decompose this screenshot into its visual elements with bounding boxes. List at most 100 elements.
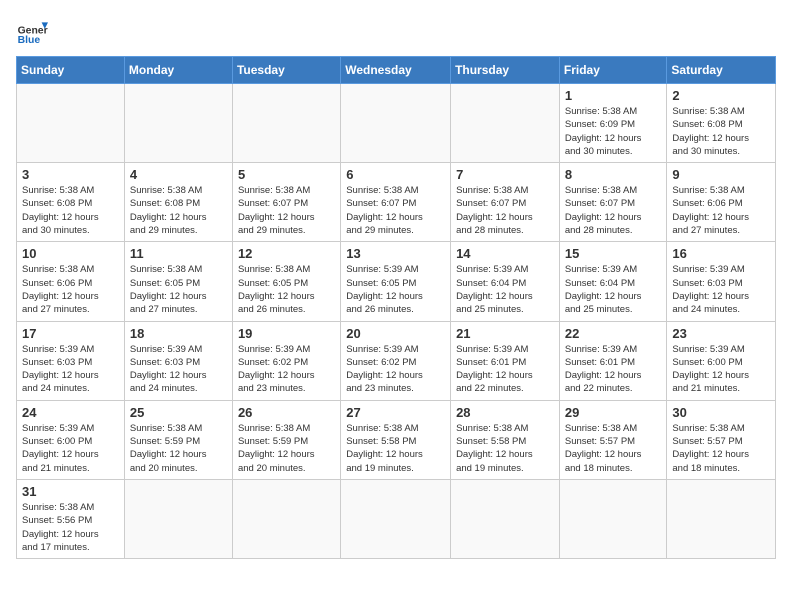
day-info: Sunrise: 5:39 AM Sunset: 6:00 PM Dayligh… — [672, 343, 770, 396]
calendar-day-cell: 14 Sunrise: 5:39 AM Sunset: 6:04 PM Dayli… — [451, 242, 560, 321]
day-number: 9 — [672, 167, 770, 182]
calendar-day-cell: 7Sunrise: 5:38 AM Sunset: 6:07 PM Daylig… — [451, 163, 560, 242]
day-info: Sunrise: 5:38 AM Sunset: 5:57 PM Dayligh… — [672, 422, 770, 475]
calendar-day-cell: 9 Sunrise: 5:38 AM Sunset: 6:06 PM Daylig… — [667, 163, 776, 242]
calendar-week-row: 31 Sunrise: 5:38 AM Sunset: 5:56 PM Dayli… — [17, 479, 776, 558]
calendar-day-cell — [341, 84, 451, 163]
calendar-day-cell: 1 Sunrise: 5:38 AM Sunset: 6:09 PM Daylig… — [559, 84, 667, 163]
day-info: Sunrise: 5:38 AM Sunset: 6:05 PM Dayligh… — [130, 263, 227, 316]
day-number: 16 — [672, 246, 770, 261]
calendar-day-cell: 19 Sunrise: 5:39 AM Sunset: 6:02 PM Dayli… — [232, 321, 340, 400]
day-number: 25 — [130, 405, 227, 420]
day-number: 14 — [456, 246, 554, 261]
day-info: Sunrise: 5:39 AM Sunset: 6:03 PM Dayligh… — [22, 343, 119, 396]
calendar-day-cell: 3 Sunrise: 5:38 AM Sunset: 6:08 PM Daylig… — [17, 163, 125, 242]
day-info: Sunrise: 5:39 AM Sunset: 6:04 PM Dayligh… — [565, 263, 662, 316]
calendar-day-cell: 8 Sunrise: 5:38 AM Sunset: 6:07 PM Daylig… — [559, 163, 667, 242]
calendar-day-cell: 31 Sunrise: 5:38 AM Sunset: 5:56 PM Dayli… — [17, 479, 125, 558]
calendar-day-cell: 16 Sunrise: 5:39 AM Sunset: 6:03 PM Dayli… — [667, 242, 776, 321]
calendar-day-cell: 30 Sunrise: 5:38 AM Sunset: 5:57 PM Dayli… — [667, 400, 776, 479]
day-number: 4 — [130, 167, 227, 182]
calendar-day-cell: 22 Sunrise: 5:39 AM Sunset: 6:01 PM Dayli… — [559, 321, 667, 400]
calendar-day-cell: 12Sunrise: 5:38 AM Sunset: 6:05 PM Dayli… — [232, 242, 340, 321]
day-number: 18 — [130, 326, 227, 341]
day-number: 15 — [565, 246, 662, 261]
day-of-week-header: Tuesday — [232, 57, 340, 84]
day-number: 13 — [346, 246, 445, 261]
day-info: Sunrise: 5:39 AM Sunset: 6:00 PM Dayligh… — [22, 422, 119, 475]
day-info: Sunrise: 5:39 AM Sunset: 6:01 PM Dayligh… — [456, 343, 554, 396]
day-info: Sunrise: 5:38 AM Sunset: 6:08 PM Dayligh… — [130, 184, 227, 237]
calendar-day-cell: 21Sunrise: 5:39 AM Sunset: 6:01 PM Dayli… — [451, 321, 560, 400]
calendar-day-cell: 13 Sunrise: 5:39 AM Sunset: 6:05 PM Dayli… — [341, 242, 451, 321]
day-number: 28 — [456, 405, 554, 420]
calendar-day-cell — [341, 479, 451, 558]
day-info: Sunrise: 5:38 AM Sunset: 5:56 PM Dayligh… — [22, 501, 119, 554]
day-number: 5 — [238, 167, 335, 182]
calendar-day-cell: 4 Sunrise: 5:38 AM Sunset: 6:08 PM Daylig… — [124, 163, 232, 242]
day-number: 12 — [238, 246, 335, 261]
calendar-week-row: 1 Sunrise: 5:38 AM Sunset: 6:09 PM Daylig… — [17, 84, 776, 163]
day-number: 6 — [346, 167, 445, 182]
day-info: Sunrise: 5:38 AM Sunset: 6:07 PM Dayligh… — [238, 184, 335, 237]
day-info: Sunrise: 5:38 AM Sunset: 6:08 PM Dayligh… — [22, 184, 119, 237]
day-info: Sunrise: 5:38 AM Sunset: 5:57 PM Dayligh… — [565, 422, 662, 475]
calendar-week-row: 24 Sunrise: 5:39 AM Sunset: 6:00 PM Dayli… — [17, 400, 776, 479]
day-info: Sunrise: 5:39 AM Sunset: 6:03 PM Dayligh… — [130, 343, 227, 396]
logo: General Blue — [16, 16, 52, 48]
day-number: 8 — [565, 167, 662, 182]
day-of-week-header: Saturday — [667, 57, 776, 84]
calendar-day-cell: 24 Sunrise: 5:39 AM Sunset: 6:00 PM Dayli… — [17, 400, 125, 479]
calendar-day-cell: 26 Sunrise: 5:38 AM Sunset: 5:59 PM Dayli… — [232, 400, 340, 479]
day-info: Sunrise: 5:38 AM Sunset: 5:59 PM Dayligh… — [238, 422, 335, 475]
day-info: Sunrise: 5:38 AM Sunset: 5:59 PM Dayligh… — [130, 422, 227, 475]
calendar-table: SundayMondayTuesdayWednesdayThursdayFrid… — [16, 56, 776, 559]
day-info: Sunrise: 5:39 AM Sunset: 6:02 PM Dayligh… — [238, 343, 335, 396]
calendar-day-cell — [124, 84, 232, 163]
calendar-week-row: 3 Sunrise: 5:38 AM Sunset: 6:08 PM Daylig… — [17, 163, 776, 242]
calendar-day-cell — [124, 479, 232, 558]
day-info: Sunrise: 5:39 AM Sunset: 6:04 PM Dayligh… — [456, 263, 554, 316]
calendar-day-cell: 29 Sunrise: 5:38 AM Sunset: 5:57 PM Dayli… — [559, 400, 667, 479]
day-info: Sunrise: 5:38 AM Sunset: 5:58 PM Dayligh… — [346, 422, 445, 475]
day-info: Sunrise: 5:38 AM Sunset: 6:07 PM Dayligh… — [565, 184, 662, 237]
day-info: Sunrise: 5:38 AM Sunset: 6:09 PM Dayligh… — [565, 105, 662, 158]
day-number: 17 — [22, 326, 119, 341]
day-number: 19 — [238, 326, 335, 341]
calendar-day-cell: 10Sunrise: 5:38 AM Sunset: 6:06 PM Dayli… — [17, 242, 125, 321]
day-number: 29 — [565, 405, 662, 420]
calendar-week-row: 10Sunrise: 5:38 AM Sunset: 6:06 PM Dayli… — [17, 242, 776, 321]
day-info: Sunrise: 5:39 AM Sunset: 6:02 PM Dayligh… — [346, 343, 445, 396]
calendar-day-cell: 6Sunrise: 5:38 AM Sunset: 6:07 PM Daylig… — [341, 163, 451, 242]
day-info: Sunrise: 5:39 AM Sunset: 6:01 PM Dayligh… — [565, 343, 662, 396]
day-number: 23 — [672, 326, 770, 341]
day-of-week-header: Thursday — [451, 57, 560, 84]
calendar-day-cell — [559, 479, 667, 558]
calendar-day-cell — [451, 479, 560, 558]
calendar-day-cell: 15 Sunrise: 5:39 AM Sunset: 6:04 PM Dayli… — [559, 242, 667, 321]
day-number: 30 — [672, 405, 770, 420]
day-number: 11 — [130, 246, 227, 261]
day-number: 22 — [565, 326, 662, 341]
calendar-day-cell — [17, 84, 125, 163]
day-info: Sunrise: 5:38 AM Sunset: 6:08 PM Dayligh… — [672, 105, 770, 158]
calendar-day-cell — [451, 84, 560, 163]
calendar-day-cell — [232, 84, 340, 163]
day-number: 10 — [22, 246, 119, 261]
day-number: 24 — [22, 405, 119, 420]
day-number: 31 — [22, 484, 119, 499]
calendar-day-cell: 25 Sunrise: 5:38 AM Sunset: 5:59 PM Dayli… — [124, 400, 232, 479]
day-number: 1 — [565, 88, 662, 103]
day-of-week-header: Wednesday — [341, 57, 451, 84]
day-number: 26 — [238, 405, 335, 420]
calendar-day-cell: 20Sunrise: 5:39 AM Sunset: 6:02 PM Dayli… — [341, 321, 451, 400]
day-number: 3 — [22, 167, 119, 182]
day-info: Sunrise: 5:38 AM Sunset: 6:06 PM Dayligh… — [672, 184, 770, 237]
day-of-week-header: Friday — [559, 57, 667, 84]
day-info: Sunrise: 5:38 AM Sunset: 6:07 PM Dayligh… — [456, 184, 554, 237]
day-info: Sunrise: 5:39 AM Sunset: 6:05 PM Dayligh… — [346, 263, 445, 316]
calendar-day-cell: 2Sunrise: 5:38 AM Sunset: 6:08 PM Daylig… — [667, 84, 776, 163]
calendar-day-cell: 28Sunrise: 5:38 AM Sunset: 5:58 PM Dayli… — [451, 400, 560, 479]
day-info: Sunrise: 5:39 AM Sunset: 6:03 PM Dayligh… — [672, 263, 770, 316]
calendar-week-row: 17 Sunrise: 5:39 AM Sunset: 6:03 PM Dayli… — [17, 321, 776, 400]
